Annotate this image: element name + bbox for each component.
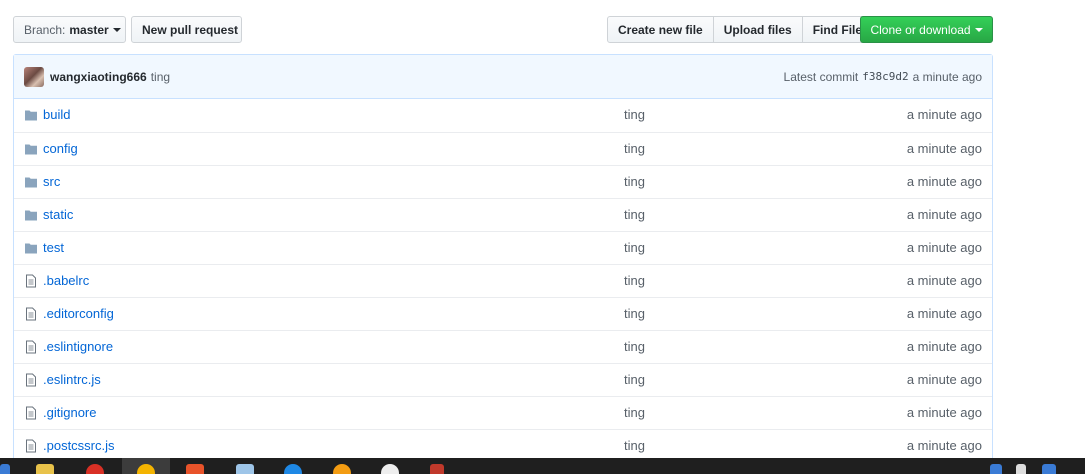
latest-commit-label: Latest commit [783,69,859,84]
file-row[interactable]: .eslintrc.js ting a minute ago [14,363,992,396]
chevron-down-icon [974,27,983,32]
file-row[interactable]: .eslintignore ting a minute ago [14,330,992,363]
file-name-link[interactable]: .gitignore [43,405,96,420]
file-list: build ting a minute ago config ting a mi… [14,99,992,462]
file-row[interactable]: .editorconfig ting a minute ago [14,297,992,330]
file-commit-message[interactable]: ting [624,372,645,387]
file-row[interactable]: .babelrc ting a minute ago [14,264,992,297]
file-commit-age: a minute ago [906,141,982,156]
commit-meta: Latest commit f38c9d2 a minute ago [784,55,982,98]
task-view-icon[interactable] [0,464,10,474]
file-name-link[interactable]: static [43,207,73,222]
clone-or-download-button[interactable]: Clone or download [860,16,993,43]
file-row[interactable]: src ting a minute ago [14,165,992,198]
file-commit-age: a minute ago [906,107,982,122]
app-icon-red[interactable] [430,464,444,474]
folder-icon [25,210,37,221]
file-icon [26,274,36,288]
file-name-link[interactable]: test [43,240,64,255]
file-icon [26,406,36,420]
file-name-link[interactable]: .eslintrc.js [43,372,101,387]
file-commit-message[interactable]: ting [624,306,645,321]
tray-app-icon[interactable] [1042,464,1056,474]
file-commit-age: a minute ago [906,207,982,222]
file-name-link[interactable]: config [43,141,78,156]
file-commit-age: a minute ago [906,372,982,387]
file-commit-message[interactable]: ting [624,438,645,453]
file-commit-message[interactable]: ting [624,107,645,122]
commit-message[interactable]: ting [151,70,170,84]
file-name-link[interactable]: src [43,174,60,189]
file-name-link[interactable]: .eslintignore [43,339,113,354]
tray-shield-icon[interactable] [990,464,1002,474]
chrome-icon[interactable] [86,464,104,474]
file-commit-age: a minute ago [906,273,982,288]
file-commit-message[interactable]: ting [624,339,645,354]
file-row[interactable]: .gitignore ting a minute ago [14,396,992,429]
file-commit-age: a minute ago [906,240,982,255]
new-pull-request-button[interactable]: New pull request [131,16,242,43]
app-icon-yellow[interactable] [333,464,351,474]
folder-icon [25,177,37,188]
file-explorer-icon[interactable] [36,464,54,474]
app-icon-orange[interactable] [186,464,204,474]
file-name-link[interactable]: .babelrc [43,273,89,288]
windows-taskbar [0,458,1085,474]
file-commit-message[interactable]: ting [624,207,645,222]
repository-page: Branch: master New pull request Create n… [0,0,1085,474]
file-commit-age: a minute ago [906,438,982,453]
file-name-link[interactable]: .postcssrc.js [43,438,115,453]
tray-network-icon[interactable] [1016,464,1026,474]
app-icon-white[interactable] [381,464,399,474]
file-commit-age: a minute ago [906,174,982,189]
file-icon [26,340,36,354]
branch-prefix: Branch: [24,22,66,37]
app-icon-blue[interactable] [284,464,302,474]
folder-icon [25,144,37,155]
branch-select-button[interactable]: Branch: master [13,16,126,43]
file-navigation-toolbar: Branch: master New pull request Create n… [13,16,993,44]
clone-label: Clone or download [870,22,971,37]
file-commit-message[interactable]: ting [624,240,645,255]
file-actions-group: Create new file Upload files Find File [607,16,874,43]
file-icon [26,307,36,321]
commit-age: a minute ago [912,69,982,84]
file-commit-message[interactable]: ting [624,141,645,156]
avatar[interactable] [24,66,44,87]
commit-author-link[interactable]: wangxiaoting666 [50,70,147,84]
file-commit-age: a minute ago [906,306,982,321]
latest-commit-bar: wangxiaoting666 ting Latest commit f38c9… [14,55,992,99]
file-commit-age: a minute ago [906,339,982,354]
file-commit-message[interactable]: ting [624,174,645,189]
file-icon [26,439,36,453]
file-row[interactable]: config ting a minute ago [14,132,992,165]
folder-icon [25,243,37,254]
upload-files-button[interactable]: Upload files [712,16,803,43]
folder-icon [25,110,37,121]
commit-sha-link[interactable]: f38c9d2 [862,70,908,83]
file-row[interactable]: static ting a minute ago [14,198,992,231]
file-icon [26,373,36,387]
file-commit-message[interactable]: ting [624,273,645,288]
file-name-link[interactable]: build [43,107,70,122]
branch-name: master [69,22,109,37]
file-commit-age: a minute ago [906,405,982,420]
chevron-down-icon [112,27,121,32]
file-commit-message[interactable]: ting [624,405,645,420]
file-row[interactable]: test ting a minute ago [14,231,992,264]
file-table: wangxiaoting666 ting Latest commit f38c9… [13,54,993,463]
file-name-link[interactable]: .editorconfig [43,306,114,321]
notepad-icon[interactable] [236,464,254,474]
create-new-file-button[interactable]: Create new file [607,16,714,43]
file-row[interactable]: build ting a minute ago [14,99,992,132]
